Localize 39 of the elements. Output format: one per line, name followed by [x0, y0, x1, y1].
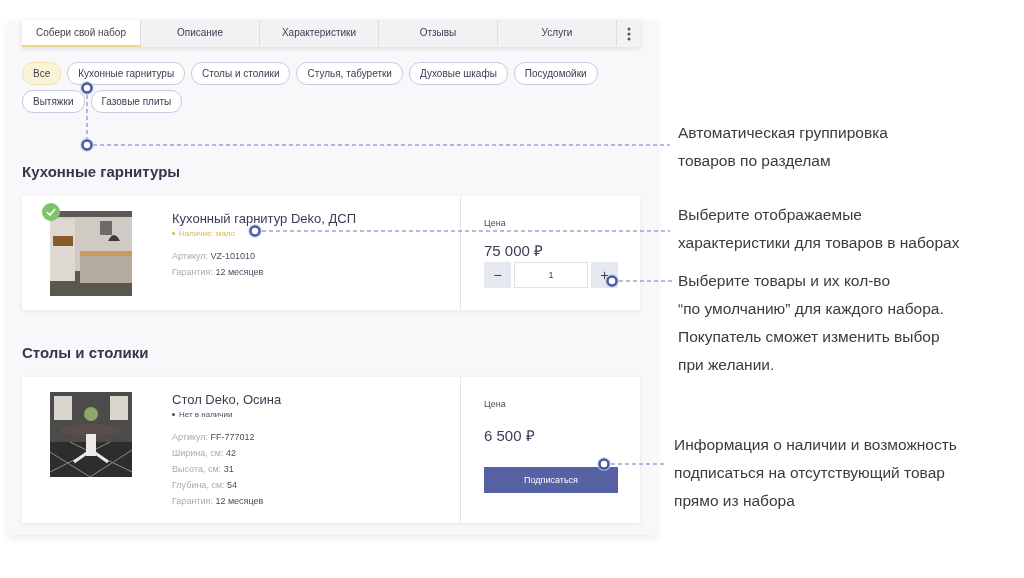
tab[interactable]: Отзывы	[379, 20, 498, 47]
callout-note: Автоматическая группировка товаров по разделам	[678, 123, 889, 171]
filter-chip[interactable]: Газовые плиты	[90, 90, 183, 113]
filter-chip[interactable]: Посудомойки	[513, 62, 598, 85]
callout-note: Выберите товары и их кол-во “по умолчанию” для каждого набора. Покупатель сможет изменить выбор при желании.	[678, 271, 945, 375]
section-title: Столы и столики	[22, 344, 150, 361]
filter-chip[interactable]: Все	[22, 62, 62, 85]
subscribe-button[interactable]: Подписаться	[484, 467, 618, 493]
filter-chip[interactable]: Духовые шкафы	[408, 62, 508, 85]
callout-note: Выберите отображаемые характеристики для товаров в наборах	[678, 205, 961, 253]
spec-line: Гарантия: 12 месяцев	[172, 495, 265, 508]
decrease-button[interactable]: −	[484, 262, 511, 288]
spec-line: Высота, см: 31	[172, 463, 235, 476]
spec-line: Глубина, см: 54	[172, 479, 239, 492]
spec-line: Артикул: FF-777012	[172, 431, 256, 444]
tab[interactable]: Описание	[141, 20, 260, 47]
quantity-field[interactable]: 1	[514, 262, 588, 288]
check-icon[interactable]	[42, 203, 60, 221]
price: 6 500 ₽	[484, 426, 536, 445]
tab[interactable]: Услуги	[498, 20, 617, 47]
product-name: Кухонный гарнитур Deko, ДСП	[172, 211, 356, 226]
stock-status: Наличие: мало	[172, 229, 356, 238]
filter-chip[interactable]: Стулья, табуретки	[296, 62, 403, 85]
tab[interactable]: Характеристики	[260, 20, 379, 47]
section-title: Кухонные гарнитуры	[22, 163, 182, 180]
spec-line: Ширина, см: 42	[172, 447, 237, 460]
price-label: Цена	[484, 399, 507, 409]
spec-line: Гарантия: 12 месяцев	[172, 266, 265, 279]
more-icon[interactable]	[626, 26, 631, 41]
stock-status: Нет в наличии	[172, 410, 282, 419]
callout-note: Информация о наличии и возможность подписаться на отсутствующий товар прямо из набора	[674, 435, 958, 511]
price-label: Цена	[484, 218, 507, 228]
product-name: Стол Deko, Осина	[172, 392, 282, 407]
spec-line: Артикул: VZ-101010	[172, 250, 257, 263]
filter-chip[interactable]: Столы и столики	[191, 62, 291, 85]
tab[interactable]: Собери свой набор	[22, 20, 141, 47]
filter-chip[interactable]: Кухонные гарнитуры	[67, 62, 186, 85]
filter-chip[interactable]: Вытяжки	[22, 90, 85, 113]
price: 75 000 ₽	[484, 241, 545, 260]
